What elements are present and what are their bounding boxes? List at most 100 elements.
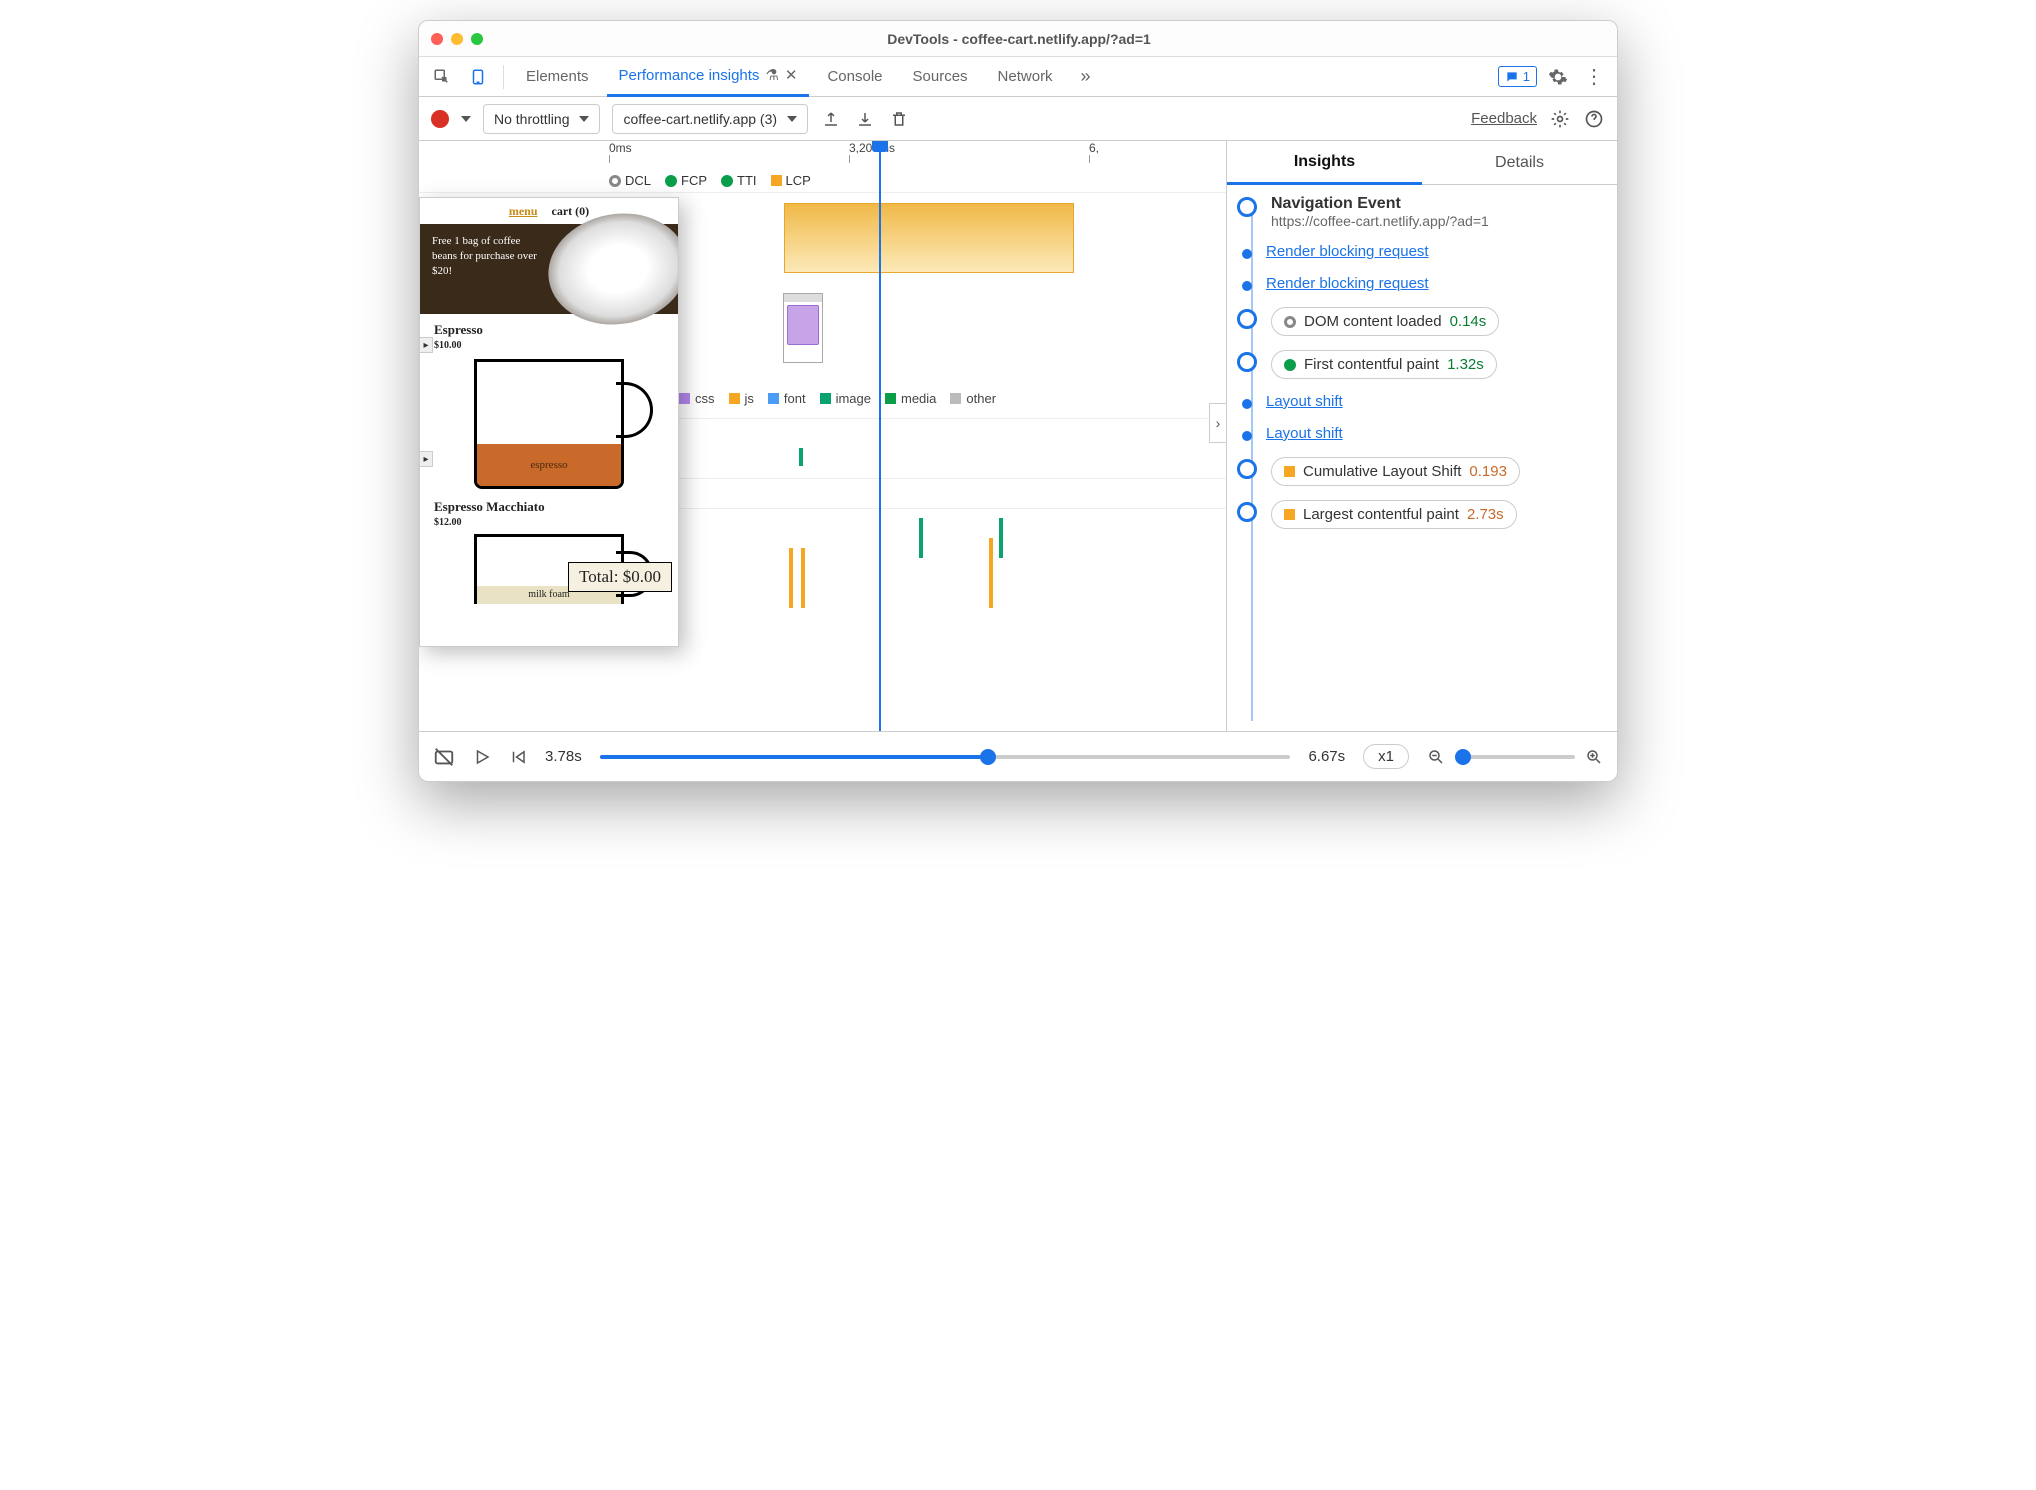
- request-bar[interactable]: [801, 548, 805, 608]
- scrubber[interactable]: [600, 755, 1291, 759]
- close-tab-icon[interactable]: ✕: [785, 66, 798, 84]
- resource-legend: css js font image media other: [679, 391, 996, 406]
- metric-value: 1.32s: [1447, 356, 1484, 373]
- zoom-control: [1427, 748, 1603, 766]
- event-dcl[interactable]: DOM content loaded 0.14s: [1237, 307, 1603, 336]
- flask-icon: ⚗: [765, 66, 778, 84]
- event-link[interactable]: Layout shift: [1266, 393, 1343, 410]
- event-lcp[interactable]: Largest contentful paint 2.73s: [1237, 500, 1603, 529]
- insights-toolbar: No throttling coffee-cart.netlify.app (3…: [419, 97, 1617, 141]
- time-tick: 6,: [1089, 141, 1099, 155]
- request-bar[interactable]: [999, 518, 1003, 558]
- bullet-icon: [1237, 502, 1257, 522]
- filmstrip-frame[interactable]: [783, 293, 823, 363]
- page-select-value: coffee-cart.netlify.app (3): [623, 111, 777, 127]
- event-link[interactable]: Layout shift: [1266, 425, 1343, 442]
- marker-fcp: FCP: [665, 173, 707, 188]
- event-navigation[interactable]: Navigation Event https://coffee-cart.net…: [1237, 195, 1603, 229]
- event-render-blocking[interactable]: Render blocking request: [1237, 243, 1603, 261]
- track-toggle[interactable]: ▸: [419, 337, 433, 353]
- marker-dcl: DCL: [609, 173, 651, 188]
- bullet-small-icon: [1242, 431, 1252, 441]
- page-select[interactable]: coffee-cart.netlify.app (3): [612, 104, 808, 134]
- titlebar: DevTools - coffee-cart.netlify.app/?ad=1: [419, 21, 1617, 57]
- preview-total: Total: $0.00: [568, 562, 672, 592]
- tab-sources[interactable]: Sources: [901, 57, 980, 97]
- preview-cart-link: cart (0): [552, 204, 590, 219]
- minimize-icon[interactable]: [451, 33, 463, 45]
- feedback-link[interactable]: Feedback: [1471, 110, 1537, 127]
- metric-chip: First contentful paint 1.32s: [1271, 350, 1497, 379]
- throttle-value: No throttling: [494, 111, 569, 127]
- record-menu-icon[interactable]: [461, 116, 471, 122]
- zoom-in-icon[interactable]: [1585, 748, 1603, 766]
- square-icon: [885, 393, 896, 404]
- square-icon: [1284, 466, 1295, 477]
- event-layout-shift[interactable]: Layout shift: [1237, 425, 1603, 443]
- event-link[interactable]: Render blocking request: [1266, 275, 1429, 292]
- network-tracks[interactable]: [609, 418, 1226, 731]
- trash-icon[interactable]: [888, 108, 910, 130]
- help-icon[interactable]: [1583, 108, 1605, 130]
- tab-console[interactable]: Console: [815, 57, 894, 97]
- speed-pill[interactable]: x1: [1363, 744, 1409, 769]
- zoom-slider[interactable]: [1455, 755, 1575, 759]
- square-icon: [950, 393, 961, 404]
- event-layout-shift[interactable]: Layout shift: [1237, 393, 1603, 411]
- play-icon[interactable]: [473, 748, 491, 766]
- rewind-icon[interactable]: [509, 748, 527, 766]
- chevron-down-icon: [579, 116, 589, 122]
- event-fcp[interactable]: First contentful paint 1.32s: [1237, 350, 1603, 379]
- tab-details[interactable]: Details: [1422, 141, 1617, 185]
- bullet-icon: [1237, 197, 1257, 217]
- square-icon: [679, 393, 690, 404]
- inspect-icon[interactable]: [427, 62, 457, 92]
- event-render-blocking[interactable]: Render blocking request: [1237, 275, 1603, 293]
- tab-performance-insights[interactable]: Performance insights ⚗ ✕: [607, 57, 810, 97]
- gear-icon[interactable]: [1543, 62, 1573, 92]
- bullet-small-icon: [1242, 249, 1252, 259]
- metric-chip: DOM content loaded 0.14s: [1271, 307, 1499, 336]
- upload-icon[interactable]: [820, 108, 842, 130]
- record-button[interactable]: [431, 110, 449, 128]
- window-title: DevTools - coffee-cart.netlify.app/?ad=1: [483, 31, 1555, 47]
- event-cls[interactable]: Cumulative Layout Shift 0.193: [1237, 457, 1603, 486]
- metric-chip: Largest contentful paint 2.73s: [1271, 500, 1517, 529]
- fullscreen-icon[interactable]: [471, 33, 483, 45]
- close-icon[interactable]: [431, 33, 443, 45]
- request-bar[interactable]: [919, 518, 923, 558]
- kebab-icon[interactable]: ⋮: [1579, 62, 1609, 92]
- dot-icon: [1284, 359, 1296, 371]
- square-icon: [729, 393, 740, 404]
- expand-right-icon[interactable]: ›: [1209, 403, 1227, 443]
- request-bar[interactable]: [989, 538, 993, 608]
- window-controls: [431, 33, 483, 45]
- tab-network[interactable]: Network: [986, 57, 1065, 97]
- dot-icon: [665, 175, 677, 187]
- zoom-out-icon[interactable]: [1427, 748, 1445, 766]
- tab-label: Performance insights: [619, 67, 760, 84]
- throttle-select[interactable]: No throttling: [483, 104, 600, 134]
- more-tabs-icon[interactable]: »: [1071, 62, 1101, 92]
- tab-elements[interactable]: Elements: [514, 57, 601, 97]
- request-bar[interactable]: [789, 548, 793, 608]
- event-url: https://coffee-cart.netlify.app/?ad=1: [1271, 213, 1603, 229]
- ring-icon: [609, 175, 621, 187]
- preview-menu-link: menu: [509, 204, 538, 219]
- download-icon[interactable]: [854, 108, 876, 130]
- issues-count: 1: [1523, 69, 1530, 84]
- request-bar[interactable]: [799, 448, 803, 466]
- device-toggle-icon[interactable]: [463, 62, 493, 92]
- insights-timeline[interactable]: Navigation Event https://coffee-cart.net…: [1227, 185, 1617, 731]
- main-thread-span[interactable]: [784, 203, 1074, 273]
- panel-settings-icon[interactable]: [1549, 108, 1571, 130]
- screenshot-toggle-icon[interactable]: [433, 746, 455, 768]
- playhead[interactable]: [879, 141, 881, 731]
- track-toggle[interactable]: ▸: [419, 451, 433, 467]
- mug-icon: espresso: [474, 359, 624, 489]
- issues-badge[interactable]: 1: [1498, 66, 1537, 87]
- timeline-ruler[interactable]: 0ms 3,200ms 6, DCL FCP TTI LCP: [419, 141, 1226, 193]
- tab-insights[interactable]: Insights: [1227, 141, 1422, 185]
- square-icon: [771, 175, 782, 186]
- event-link[interactable]: Render blocking request: [1266, 243, 1429, 260]
